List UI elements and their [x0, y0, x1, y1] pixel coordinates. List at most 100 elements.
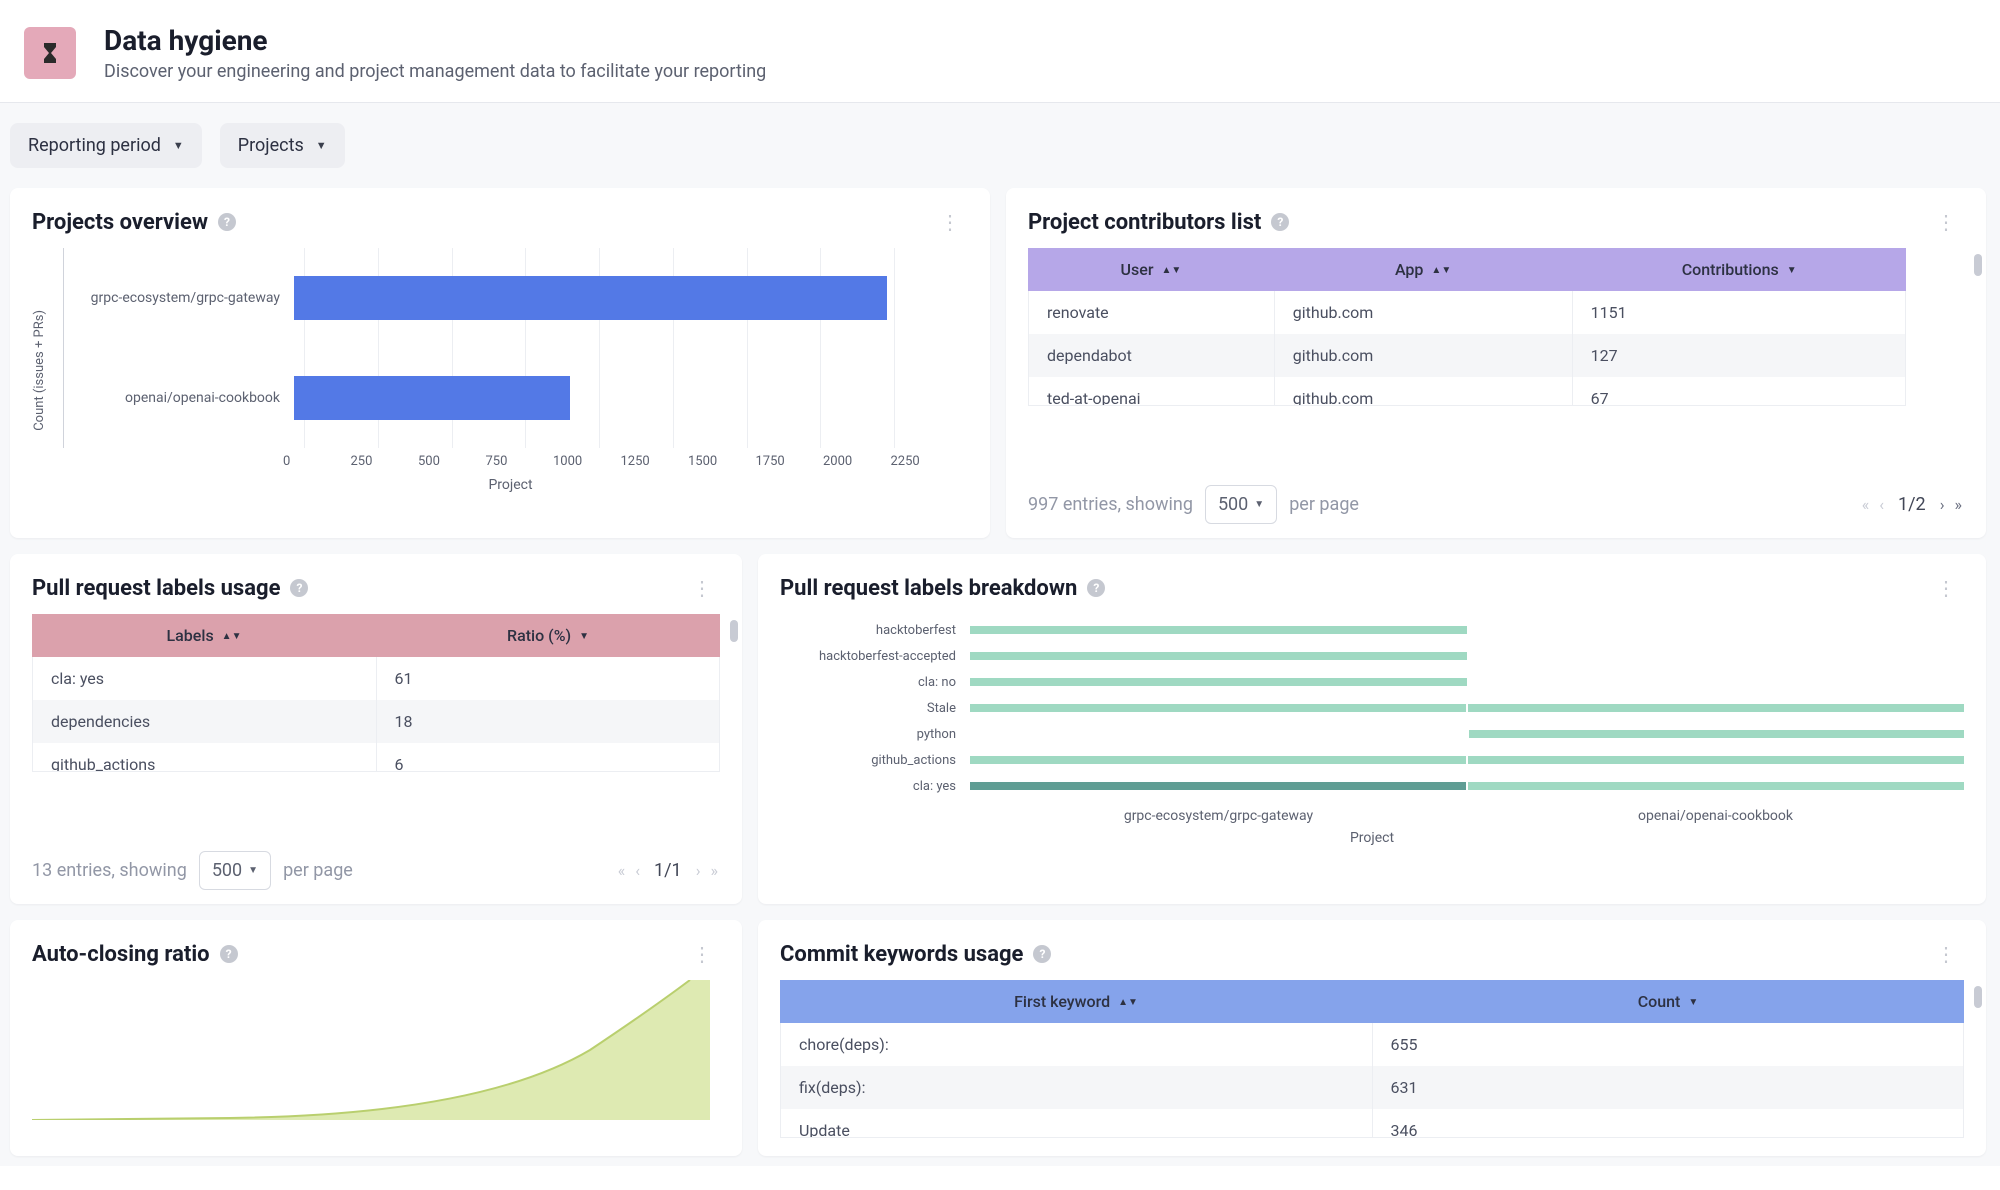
cell-contributions: 127 [1572, 334, 1905, 377]
cell-contributions: 1151 [1572, 291, 1905, 334]
kebab-menu-icon[interactable]: ⋮ [932, 206, 968, 238]
column-header-ratio[interactable]: Ratio (%)▼ [376, 614, 720, 657]
pager-prev-icon[interactable]: ‹ [1877, 493, 1886, 516]
filter-bar: Reporting period ▼ Projects ▼ [0, 103, 2000, 188]
sort-icon: ▲▼ [1431, 268, 1451, 274]
chart-x-axis-label: Project [780, 830, 1964, 846]
pager-per-page-text: per page [283, 860, 353, 881]
page-subtitle: Discover your engineering and project ma… [104, 61, 766, 82]
help-icon[interactable]: ? [1033, 945, 1051, 963]
cell-count: 631 [1372, 1066, 1963, 1109]
chart-category-label: openai/openai-cookbook [64, 390, 294, 406]
chart-row-label: hacktoberfest [780, 623, 970, 638]
pager-prev-icon[interactable]: ‹ [633, 859, 642, 882]
cell-ratio: 61 [376, 657, 719, 700]
chart-bar [1468, 756, 1964, 764]
pager-position: 1/2 [1898, 494, 1926, 515]
commit-keywords-card: Commit keywords usage ? ⋮ First keyword▲… [758, 920, 1986, 1156]
kebab-menu-icon[interactable]: ⋮ [1928, 572, 1964, 604]
chart-row-label: cla: no [780, 675, 970, 690]
help-icon[interactable]: ? [290, 579, 308, 597]
chart-y-axis-label: Count (issues + PRs) [32, 310, 47, 431]
pager-next-icon[interactable]: › [694, 859, 703, 882]
chart-x-tick: 0 [283, 454, 351, 469]
help-icon[interactable]: ? [218, 213, 236, 231]
cell-ratio: 18 [376, 700, 719, 743]
column-header-contributions[interactable]: Contributions▼ [1572, 248, 1906, 291]
chart-row-label: cla: yes [780, 779, 970, 794]
column-header-app[interactable]: App▲▼ [1274, 248, 1573, 291]
help-icon[interactable]: ? [1271, 213, 1289, 231]
table-row: Update 346 [781, 1109, 1963, 1138]
pr-labels-breakdown-card: Pull request labels breakdown ? ⋮ hackto… [758, 554, 1986, 904]
chevron-down-icon: ▼ [173, 139, 184, 152]
help-icon[interactable]: ? [1087, 579, 1105, 597]
chart-x-tick: 1500 [688, 454, 756, 469]
chart-bar [294, 276, 887, 320]
chart-x-tick: 1250 [621, 454, 689, 469]
card-title: Project contributors list [1028, 210, 1261, 235]
table-row: renovate github.com 1151 [1029, 291, 1905, 334]
page-header: Data hygiene Discover your engineering a… [0, 0, 2000, 103]
cell-user: ted-at-openai [1029, 377, 1274, 406]
chart-bar [970, 704, 1466, 712]
chart-bar [970, 678, 1467, 686]
pager-position: 1/1 [654, 860, 682, 881]
column-header-labels[interactable]: Labels▲▼ [32, 614, 376, 657]
chart-bar [1468, 704, 1964, 712]
projects-overview-card: Projects overview ? ⋮ Count (issues + PR… [10, 188, 990, 538]
pr-labels-usage-card: Pull request labels usage ? ⋮ Labels▲▼ R… [10, 554, 742, 904]
project-contributors-card: Project contributors list ? ⋮ User▲▼ App… [1006, 188, 1986, 538]
cell-user: dependabot [1029, 334, 1274, 377]
pager-last-icon[interactable]: » [709, 859, 721, 882]
kebab-menu-icon[interactable]: ⋮ [684, 938, 720, 970]
projects-dropdown[interactable]: Projects ▼ [220, 123, 345, 168]
pager-next-icon[interactable]: › [1938, 493, 1947, 516]
cell-app: github.com [1274, 377, 1572, 406]
card-title: Projects overview [32, 210, 208, 235]
chart-bar [970, 782, 1466, 790]
kebab-menu-icon[interactable]: ⋮ [684, 572, 720, 604]
column-header-count[interactable]: Count▼ [1372, 980, 1964, 1023]
help-icon[interactable]: ? [220, 945, 238, 963]
pager-per-page-text: per page [1289, 494, 1359, 515]
sort-desc-icon: ▼ [579, 634, 589, 640]
page-title: Data hygiene [104, 24, 766, 57]
chart-x-tick: 2000 [823, 454, 891, 469]
pager-entries-text: 997 entries, showing [1028, 494, 1193, 515]
chevron-down-icon: ▼ [316, 139, 327, 152]
chart-x-tick: 2250 [891, 454, 959, 469]
reporting-period-dropdown[interactable]: Reporting period ▼ [10, 123, 202, 168]
pager-last-icon[interactable]: » [1953, 493, 1965, 516]
chart-x-axis-label: Project [53, 477, 968, 493]
column-header-keyword[interactable]: First keyword▲▼ [780, 980, 1372, 1023]
card-title: Auto-closing ratio [32, 942, 210, 967]
sort-desc-icon: ▼ [1787, 268, 1797, 274]
chart-row-label: hacktoberfest-accepted [780, 649, 970, 664]
pager-first-icon[interactable]: « [616, 859, 628, 882]
cell-app: github.com [1274, 291, 1572, 334]
cell-label: github_actions [33, 743, 376, 772]
cell-app: github.com [1274, 334, 1572, 377]
reporting-period-label: Reporting period [28, 135, 161, 156]
table-row: cla: yes 61 [33, 657, 719, 700]
chart-bar [970, 652, 1467, 660]
table-row: ted-at-openai github.com 67 [1029, 377, 1905, 406]
chart-x-tick: 1750 [756, 454, 824, 469]
cell-count: 655 [1372, 1023, 1963, 1066]
kebab-menu-icon[interactable]: ⋮ [1928, 206, 1964, 238]
sort-desc-icon: ▼ [1688, 1000, 1698, 1006]
pager-first-icon[interactable]: « [1860, 493, 1872, 516]
sort-icon: ▲▼ [1161, 268, 1181, 274]
pager-per-page-select[interactable]: 500▼ [199, 851, 271, 890]
cell-user: renovate [1029, 291, 1274, 334]
table-row: github_actions 6 [33, 743, 719, 772]
auto-closing-card: Auto-closing ratio ? ⋮ [10, 920, 742, 1156]
chart-x-tick: 1000 [553, 454, 621, 469]
column-header-user[interactable]: User▲▼ [1028, 248, 1274, 291]
pager-per-page-select[interactable]: 500▼ [1205, 485, 1277, 524]
kebab-menu-icon[interactable]: ⋮ [1928, 938, 1964, 970]
chart-bar [1469, 730, 1964, 738]
projects-label: Projects [238, 135, 304, 156]
cell-keyword: chore(deps): [781, 1023, 1372, 1066]
